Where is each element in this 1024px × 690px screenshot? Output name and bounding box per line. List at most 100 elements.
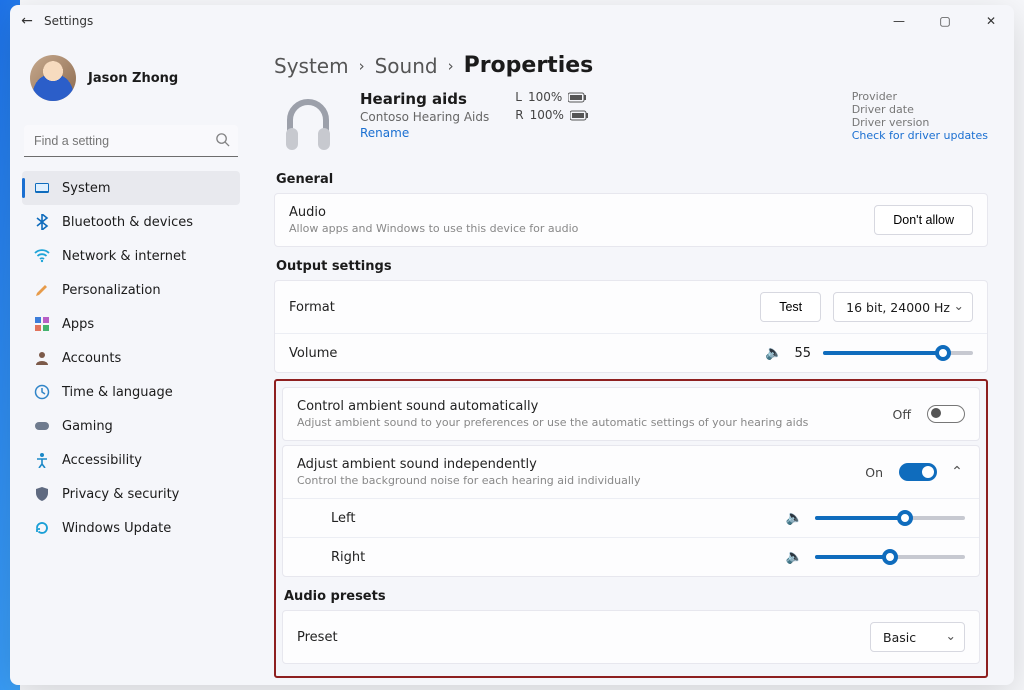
sidebar-item-label: Network & internet: [62, 249, 186, 264]
sidebar-item-privacy[interactable]: Privacy & security: [22, 477, 240, 511]
sidebar-item-network[interactable]: Network & internet: [22, 239, 240, 273]
provider-label: Provider: [852, 90, 988, 103]
search-icon: [215, 132, 230, 151]
section-output: Output settings: [276, 259, 988, 274]
ambient-indep-sub: Control the background noise for each he…: [297, 474, 853, 487]
window-title: Settings: [44, 14, 93, 28]
preset-dropdown[interactable]: Basic: [870, 622, 965, 652]
audio-row[interactable]: Audio Allow apps and Windows to use this…: [275, 194, 987, 246]
chevron-right-icon: ›: [359, 57, 365, 75]
battery-left-label: L: [515, 90, 522, 104]
sidebar-item-bluetooth[interactable]: Bluetooth & devices: [22, 205, 240, 239]
device-name: Hearing aids: [360, 90, 489, 108]
ambient-right-row: Right 🔈: [283, 537, 979, 576]
profile[interactable]: Jason Zhong: [22, 37, 240, 123]
gaming-icon: [34, 418, 50, 434]
audio-sub: Allow apps and Windows to use this devic…: [289, 222, 862, 235]
ambient-indep-title: Adjust ambient sound independently: [297, 457, 853, 472]
sidebar-item-label: Gaming: [62, 419, 113, 434]
format-value: 16 bit, 24000 Hz: [846, 300, 950, 315]
test-button[interactable]: Test: [760, 292, 821, 322]
settings-window: ← Settings — ▢ ✕ Jason Zhong Sy: [10, 5, 1014, 685]
battery-icon: [568, 92, 588, 103]
titlebar: ← Settings — ▢ ✕: [10, 5, 1014, 37]
ambient-left-label: Left: [331, 511, 774, 526]
check-driver-updates-link[interactable]: Check for driver updates: [852, 129, 988, 142]
minimize-button[interactable]: —: [876, 5, 922, 37]
sidebar-item-accounts[interactable]: Accounts: [22, 341, 240, 375]
sidebar-item-label: Accessibility: [62, 453, 142, 468]
battery-right-label: R: [515, 108, 523, 122]
sidebar-item-accessibility[interactable]: Accessibility: [22, 443, 240, 477]
speaker-icon[interactable]: 🔈: [765, 345, 782, 361]
volume-value: 55: [794, 346, 811, 361]
preset-value: Basic: [883, 630, 916, 645]
shield-icon: [34, 486, 50, 502]
battery-icon: [570, 110, 590, 121]
accessibility-icon: [34, 452, 50, 468]
chevron-up-icon[interactable]: ⌃: [949, 464, 965, 480]
breadcrumb: System › Sound › Properties: [274, 45, 988, 90]
speaker-icon[interactable]: 🔈: [786, 510, 803, 526]
sidebar-item-apps[interactable]: Apps: [22, 307, 240, 341]
ambient-indep-toggle[interactable]: [899, 463, 937, 481]
sidebar-item-label: Privacy & security: [62, 487, 179, 502]
chevron-right-icon: ›: [448, 57, 454, 75]
battery-right-value: 100%: [530, 108, 564, 122]
highlighted-region: Control ambient sound automatically Adju…: [274, 379, 988, 678]
speaker-icon[interactable]: 🔈: [786, 549, 803, 565]
user-name: Jason Zhong: [88, 71, 178, 86]
ambient-auto-state: Off: [893, 407, 911, 422]
breadcrumb-sound[interactable]: Sound: [375, 54, 438, 78]
sidebar-item-time[interactable]: Time & language: [22, 375, 240, 409]
system-icon: [34, 180, 50, 196]
maximize-button[interactable]: ▢: [922, 5, 968, 37]
brush-icon: [34, 282, 50, 298]
main-content: System › Sound › Properties Hearing aids…: [252, 37, 1014, 685]
sidebar-item-label: Windows Update: [62, 521, 171, 536]
breadcrumb-system[interactable]: System: [274, 54, 349, 78]
wifi-icon: [34, 248, 50, 264]
volume-slider[interactable]: [823, 351, 973, 355]
search-input[interactable]: [24, 125, 238, 157]
format-dropdown[interactable]: 16 bit, 24000 Hz: [833, 292, 973, 322]
rename-link[interactable]: Rename: [360, 126, 489, 140]
sidebar-item-label: Personalization: [62, 283, 161, 298]
sidebar-item-label: Apps: [62, 317, 94, 332]
sidebar-item-gaming[interactable]: Gaming: [22, 409, 240, 443]
ambient-auto-toggle[interactable]: [927, 405, 965, 423]
ambient-left-slider[interactable]: [815, 516, 965, 520]
battery-left-value: 100%: [528, 90, 562, 104]
sidebar-item-personalization[interactable]: Personalization: [22, 273, 240, 307]
ambient-left-row: Left 🔈: [283, 498, 979, 537]
ambient-auto-title: Control ambient sound automatically: [297, 399, 881, 414]
device-header: Hearing aids Contoso Hearing Aids Rename…: [274, 90, 988, 158]
ambient-auto-row[interactable]: Control ambient sound automatically Adju…: [283, 388, 979, 440]
section-general: General: [276, 172, 988, 187]
ambient-right-label: Right: [331, 550, 774, 565]
sidebar-item-update[interactable]: Windows Update: [22, 511, 240, 545]
sidebar-item-system[interactable]: System: [22, 171, 240, 205]
ambient-auto-sub: Adjust ambient sound to your preferences…: [297, 416, 881, 429]
section-presets: Audio presets: [284, 589, 980, 604]
sidebar-item-label: Bluetooth & devices: [62, 215, 193, 230]
ambient-indep-state: On: [865, 465, 883, 480]
page-title: Properties: [464, 53, 594, 78]
bluetooth-icon: [34, 214, 50, 230]
format-title: Format: [289, 300, 748, 315]
nav: System Bluetooth & devices Network & int…: [22, 171, 240, 545]
close-button[interactable]: ✕: [968, 5, 1014, 37]
dont-allow-button[interactable]: Don't allow: [874, 205, 973, 235]
apps-icon: [34, 316, 50, 332]
format-row[interactable]: Format Test 16 bit, 24000 Hz: [275, 281, 987, 333]
device-sub: Contoso Hearing Aids: [360, 110, 489, 124]
back-button[interactable]: ←: [10, 13, 44, 29]
headphones-icon: [274, 90, 342, 158]
person-icon: [34, 350, 50, 366]
sidebar-item-label: Time & language: [62, 385, 173, 400]
sidebar: Jason Zhong System Bluetooth & devices: [10, 37, 252, 685]
ambient-indep-row[interactable]: Adjust ambient sound independently Contr…: [283, 446, 979, 498]
preset-row[interactable]: Preset Basic: [283, 611, 979, 663]
sidebar-item-label: Accounts: [62, 351, 121, 366]
ambient-right-slider[interactable]: [815, 555, 965, 559]
